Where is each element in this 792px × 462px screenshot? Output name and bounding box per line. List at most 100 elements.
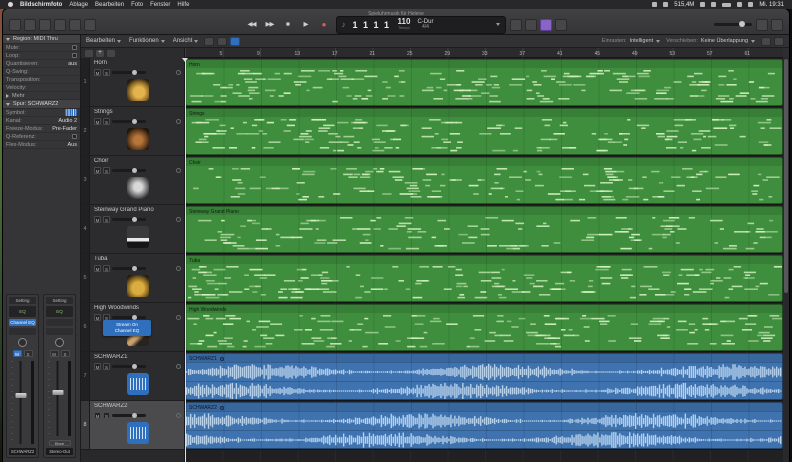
- record-enable-button[interactable]: [176, 119, 181, 124]
- lcd-tempo[interactable]: 110: [398, 18, 411, 26]
- record-enable-button[interactable]: [176, 315, 181, 320]
- forward-button[interactable]: ▶▶: [262, 18, 278, 32]
- track-header-config-icon[interactable]: [107, 49, 115, 57]
- record-enable-button[interactable]: [176, 217, 181, 222]
- timeline-ruler[interactable]: 5 9 13 17 21 25 29 33 37 41 45 49 53 57 61: [185, 48, 783, 58]
- track-solo-button[interactable]: S: [103, 69, 110, 76]
- checkbox[interactable]: [72, 53, 77, 58]
- volume-icon[interactable]: [663, 2, 669, 7]
- track-mute-button[interactable]: M: [94, 265, 101, 272]
- track-solo-button[interactable]: S: [103, 265, 110, 272]
- scrollbar-thumb[interactable]: [784, 59, 788, 294]
- track-header-horn[interactable]: 1 Horn M S: [81, 58, 184, 107]
- inspector-row-kanal-[interactable]: Kanal: Audio 2: [3, 117, 80, 125]
- track-header-schwarz2[interactable]: 8 SCHWARZ2 M S: [81, 401, 184, 450]
- volume-fader[interactable]: [48, 361, 71, 436]
- menubar-app-name[interactable]: Bildschirmfoto: [20, 2, 62, 8]
- inspector-row-freeze-modus-[interactable]: Freeze-Modus: Pre-Fader: [3, 125, 80, 133]
- playhead[interactable]: [182, 58, 188, 462]
- midi-region-horn[interactable]: Horn: [185, 59, 783, 106]
- track-mute-button[interactable]: M: [94, 363, 101, 370]
- inspector-row-q-referenz-[interactable]: Q-Referenz:: [3, 133, 80, 141]
- audio-region-schwarz1[interactable]: SCHWARZ1: [185, 353, 783, 400]
- slider-knob[interactable]: [131, 70, 137, 75]
- audio-region-schwarz2[interactable]: SCHWARZ2: [185, 402, 783, 449]
- lcd-display[interactable]: ♪ 1 1 1 1 110 Tempo C-Dur 4/4: [335, 15, 506, 34]
- record-enable-button[interactable]: [176, 168, 181, 173]
- track-lane-schwarz2[interactable]: SCHWARZ2: [185, 401, 783, 450]
- inspector-icon[interactable]: [39, 18, 51, 31]
- fader-knob[interactable]: [52, 389, 63, 395]
- smart-controls-icon[interactable]: [84, 18, 96, 31]
- track-volume-slider[interactable]: [112, 168, 146, 173]
- track-lane-choir[interactable]: Choir: [185, 156, 783, 205]
- fader-knob[interactable]: [15, 392, 26, 398]
- mute-button[interactable]: M: [49, 350, 59, 357]
- mixer-icon[interactable]: [54, 18, 66, 31]
- midi-region-strings[interactable]: Strings: [185, 108, 783, 155]
- record-enable-button[interactable]: [176, 266, 181, 271]
- track-volume-slider[interactable]: [112, 217, 146, 222]
- battery-icon[interactable]: [722, 2, 732, 7]
- mute-button[interactable]: M: [12, 350, 22, 357]
- track-lane-steinway-grand-piano[interactable]: Steinway Grand Piano: [185, 205, 783, 254]
- channel-eq-insert[interactable]: Channel EQ: [9, 319, 36, 326]
- track-mute-button[interactable]: M: [94, 412, 101, 419]
- track-volume-slider[interactable]: [112, 266, 146, 271]
- track-volume-slider[interactable]: [112, 413, 146, 418]
- rewind-button[interactable]: ◀◀: [244, 18, 260, 32]
- track-volume-slider[interactable]: [112, 119, 146, 124]
- record-button[interactable]: ●: [316, 18, 332, 32]
- metronome-icon[interactable]: [554, 18, 567, 31]
- inspector-row-transposition-[interactable]: Transposition:: [3, 76, 80, 84]
- menu-ablage[interactable]: Ablage: [69, 2, 88, 8]
- track-volume-slider[interactable]: [112, 70, 146, 75]
- pointer-tool-icon[interactable]: [204, 36, 215, 46]
- track-solo-button[interactable]: S: [103, 363, 110, 370]
- track-mute-button[interactable]: M: [94, 118, 101, 125]
- inspector-row-q-swing-[interactable]: Q-Swing:: [3, 68, 80, 76]
- play-button[interactable]: ▶: [298, 18, 314, 32]
- track-lane-tuba[interactable]: Tuba: [185, 254, 783, 303]
- record-enable-button[interactable]: [176, 70, 181, 75]
- inspector-row-symbol-[interactable]: Symbol:: [3, 109, 80, 117]
- spotlight-icon[interactable]: [737, 2, 743, 7]
- cycle-icon[interactable]: [509, 18, 522, 31]
- slider-knob[interactable]: [131, 413, 137, 418]
- tuner-icon[interactable]: [524, 18, 537, 31]
- empty-insert-slot[interactable]: [9, 328, 36, 335]
- empty-insert-slot[interactable]: [46, 319, 73, 326]
- bluetooth-icon[interactable]: [700, 2, 706, 7]
- track-volume-slider[interactable]: [112, 364, 146, 369]
- track-solo-button[interactable]: S: [103, 216, 110, 223]
- menu-button-funktionen[interactable]: Funktionen: [129, 38, 165, 44]
- arrange-area[interactable]: Horn Strings Choir Steinway Grand Piano Tuba…: [182, 58, 783, 462]
- menu-bearbeiten[interactable]: Bearbeiten: [95, 2, 124, 8]
- track-header-choir[interactable]: 3 Choir M S: [81, 156, 184, 205]
- snap-mode-button[interactable]: Einrasten: Intelligent: [602, 38, 661, 44]
- screen-mode-icon[interactable]: [9, 18, 21, 31]
- count-in-icon[interactable]: [539, 18, 552, 31]
- solo-button[interactable]: S: [23, 350, 33, 357]
- drag-mode-button[interactable]: Verschieben: Keine Überlappung: [666, 38, 755, 44]
- track-volume-slider[interactable]: [112, 315, 146, 320]
- track-lane-strings[interactable]: Strings: [185, 107, 783, 156]
- track-mute-button[interactable]: M: [94, 314, 101, 321]
- volume-fader[interactable]: [11, 361, 34, 444]
- wifi-icon[interactable]: [711, 2, 717, 7]
- region-inspector-header[interactable]: Region: MIDI Thru: [3, 35, 80, 44]
- stop-button[interactable]: ■: [280, 18, 296, 32]
- track-header-steinway-grand-piano[interactable]: 4 Steinway Grand Piano M S: [81, 205, 184, 254]
- menu-foto[interactable]: Foto: [131, 2, 143, 8]
- inspector-row-flex-modus-[interactable]: Flex-Modus: Aus: [3, 141, 80, 149]
- eq-thumbnail[interactable]: EQ: [9, 306, 36, 317]
- slider-knob[interactable]: [131, 119, 137, 124]
- add-track-icon[interactable]: [96, 49, 104, 57]
- slider-knob[interactable]: [131, 364, 137, 369]
- midi-region-steinway-grand-piano[interactable]: Steinway Grand Piano: [185, 206, 783, 253]
- track-mute-button[interactable]: M: [94, 216, 101, 223]
- midi-region-high-woodwinds[interactable]: High Woodwinds: [185, 304, 783, 351]
- vertical-scrollbar[interactable]: [783, 58, 789, 462]
- track-lane-horn[interactable]: Horn: [185, 58, 783, 107]
- global-tracks-icon[interactable]: [85, 49, 93, 57]
